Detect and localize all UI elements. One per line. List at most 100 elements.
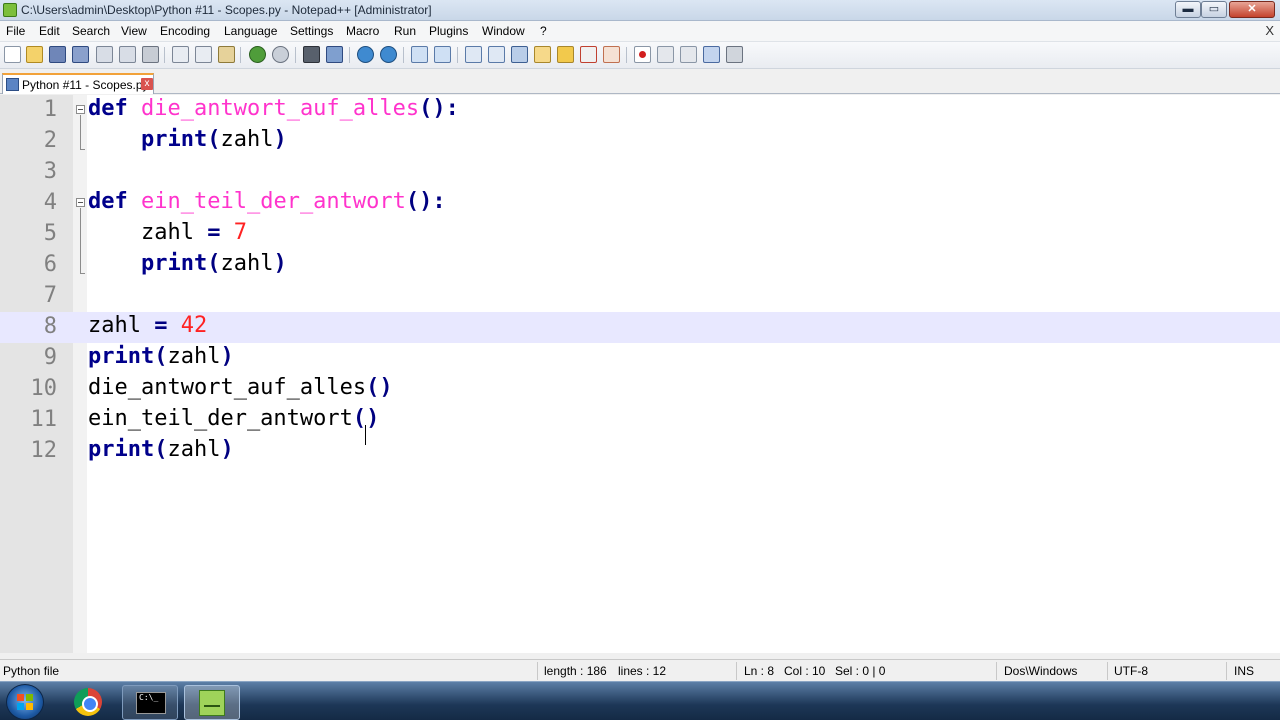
encoding-label[interactable]: UTF-8 (1114, 664, 1148, 678)
menu-bar: File Edit Search View Encoding Language … (0, 21, 1280, 42)
start-button[interactable] (6, 684, 44, 720)
chrome-taskbar-button[interactable] (60, 685, 116, 720)
function-list-icon[interactable] (557, 46, 574, 63)
menu-search[interactable]: Search (72, 24, 110, 38)
close-document-button[interactable]: X (1265, 23, 1274, 38)
menu-encoding[interactable]: Encoding (160, 24, 210, 38)
fold-line (80, 115, 81, 149)
code-text[interactable]: print(zahl) (88, 437, 234, 462)
menu-edit[interactable]: Edit (39, 24, 60, 38)
save-macro-icon[interactable] (726, 46, 743, 63)
new-file-icon[interactable] (4, 46, 21, 63)
insert-mode-label[interactable]: INS (1234, 664, 1254, 678)
code-line[interactable]: 4 def ein_teil_der_antwort(): (0, 188, 1280, 219)
fold-marker-icon[interactable] (76, 105, 85, 114)
sync-vertical-icon[interactable] (411, 46, 428, 63)
cut-icon[interactable] (172, 46, 189, 63)
document-map-icon[interactable] (534, 46, 551, 63)
code-text[interactable]: die_antwort_auf_alles() (88, 375, 393, 400)
code-token: ein_teil_der_antwort (141, 189, 406, 214)
word-wrap-icon[interactable] (465, 46, 482, 63)
close-all-icon[interactable] (119, 46, 136, 63)
zoom-out-icon[interactable] (380, 46, 397, 63)
menu-window[interactable]: Window (482, 24, 525, 38)
stop-macro-icon[interactable] (657, 46, 674, 63)
tab-bar: Python #11 - Scopes.py x (0, 70, 1280, 94)
code-editor[interactable]: 1 def die_antwort_auf_alles(): 2 print(zah… (0, 95, 1280, 653)
code-line[interactable]: 11 ein_teil_der_antwort() (0, 405, 1280, 436)
redo-icon[interactable] (272, 46, 289, 63)
code-line[interactable]: 10 die_antwort_auf_alles() (0, 374, 1280, 405)
code-text[interactable]: print(zahl) (88, 251, 287, 276)
code-line[interactable]: 7 (0, 281, 1280, 312)
find-icon[interactable] (303, 46, 320, 63)
open-file-icon[interactable] (26, 46, 43, 63)
code-token: ) (220, 437, 234, 462)
code-text[interactable]: zahl = 42 (88, 313, 207, 338)
undo-icon[interactable] (249, 46, 266, 63)
close-button[interactable]: ✕ (1229, 1, 1275, 18)
indent-guide-icon[interactable] (511, 46, 528, 63)
menu-view[interactable]: View (121, 24, 147, 38)
code-line[interactable]: 9 print(zahl) (0, 343, 1280, 374)
code-text[interactable]: def ein_teil_der_antwort(): (88, 189, 446, 214)
save-all-icon[interactable] (72, 46, 89, 63)
play-macro-icon[interactable] (680, 46, 697, 63)
replace-icon[interactable] (326, 46, 343, 63)
menu-macro[interactable]: Macro (346, 24, 379, 38)
notepad-plus-plus-taskbar-button[interactable] (184, 685, 240, 720)
menu-settings[interactable]: Settings (290, 24, 333, 38)
code-line[interactable]: 12 print(zahl) (0, 436, 1280, 467)
close-icon[interactable] (96, 46, 113, 63)
save-icon[interactable] (49, 46, 66, 63)
code-line[interactable]: 1 def die_antwort_auf_alles(): (0, 95, 1280, 126)
code-line[interactable]: 3 (0, 157, 1280, 188)
tab-close-icon[interactable]: x (141, 78, 153, 90)
code-text[interactable]: zahl = 7 (88, 220, 247, 245)
show-all-chars-icon[interactable] (488, 46, 505, 63)
zoom-in-icon[interactable] (357, 46, 374, 63)
tab-label: Python #11 - Scopes.py (22, 78, 149, 92)
code-token: ) (273, 251, 287, 276)
code-token: ( (207, 251, 221, 276)
code-line[interactable]: 2 print(zahl) (0, 126, 1280, 157)
code-token: zahl (220, 251, 274, 276)
tab-scopes-py[interactable]: Python #11 - Scopes.py x (2, 73, 154, 94)
line-number: 12 (30, 438, 58, 463)
record-macro-icon[interactable] (634, 46, 651, 63)
fold-marker-icon[interactable] (76, 198, 85, 207)
code-text[interactable]: def die_antwort_auf_alles(): (88, 96, 459, 121)
folder-workspace-icon[interactable] (580, 46, 597, 63)
menu-plugins[interactable]: Plugins (429, 24, 468, 38)
run-macro-multiple-icon[interactable] (703, 46, 720, 63)
menu-language[interactable]: Language (224, 24, 277, 38)
monitoring-icon[interactable] (603, 46, 620, 63)
code-token: ) (220, 344, 234, 369)
code-line[interactable]: 5 zahl = 7 (0, 219, 1280, 250)
code-text[interactable]: ein_teil_der_antwort() (88, 406, 379, 431)
code-text[interactable]: print(zahl) (88, 127, 287, 152)
copy-icon[interactable] (195, 46, 212, 63)
length-label: length : 186 (544, 664, 607, 678)
command-prompt-taskbar-button[interactable]: C:\_ (122, 685, 178, 720)
code-token: 7 (233, 220, 247, 245)
menu-file[interactable]: File (6, 24, 25, 38)
code-line[interactable]: 8 zahl = 42 (0, 312, 1280, 343)
code-token: ( (154, 344, 168, 369)
print-icon[interactable] (142, 46, 159, 63)
menu-run[interactable]: Run (394, 24, 416, 38)
maximize-button[interactable]: ▭ (1201, 1, 1227, 18)
eol-format-label[interactable]: Dos\Windows (1004, 664, 1077, 678)
line-number: 1 (43, 97, 57, 122)
line-number: 10 (30, 376, 58, 401)
minimize-button[interactable]: ▬ (1175, 1, 1201, 18)
sync-horizontal-icon[interactable] (434, 46, 451, 63)
line-position-label: Ln : 8 (744, 664, 775, 678)
menu-help[interactable]: ? (540, 24, 547, 38)
paste-icon[interactable] (218, 46, 235, 63)
code-line[interactable]: 6 print(zahl) (0, 250, 1280, 281)
code-token: print (88, 437, 155, 462)
title-bar[interactable]: C:\Users\admin\Desktop\Python #11 - Scop… (0, 0, 1280, 21)
code-text[interactable]: print(zahl) (88, 344, 234, 369)
